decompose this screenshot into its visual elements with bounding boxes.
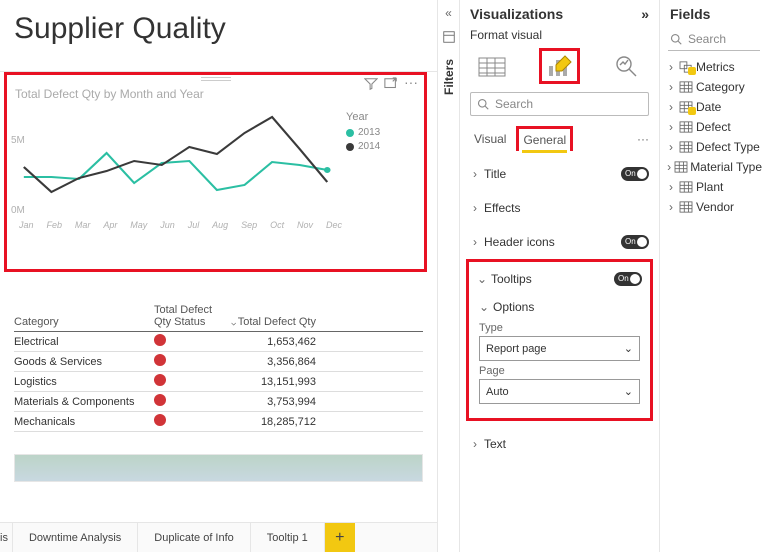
table-row: Materials & Components3,753,994 — [14, 392, 423, 412]
tab-visual[interactable]: Visual — [470, 128, 510, 150]
toggle-header-icons[interactable]: On — [621, 235, 649, 249]
chevron-right-icon: › — [470, 167, 480, 181]
chevron-down-icon: ⌄ — [624, 385, 633, 398]
chart-legend: Year 2013 2014 — [346, 105, 418, 245]
page-label: Page — [479, 361, 640, 379]
format-item-title[interactable]: ›Title On — [460, 157, 659, 191]
format-visual-label: Format visual — [460, 28, 659, 46]
build-visual-icon[interactable] — [472, 48, 513, 84]
search-icon — [670, 33, 682, 45]
fields-pane-title: Fields — [670, 6, 710, 22]
drag-handle-icon[interactable] — [201, 77, 231, 81]
tooltips-header[interactable]: ⌄Tooltips On — [473, 266, 646, 292]
field-node[interactable]: ›Material Type — [664, 157, 764, 177]
report-canvas: Supplier Quality ··· Total Defect Qty by… — [0, 0, 437, 552]
field-node[interactable]: ›Date — [664, 97, 764, 117]
focus-mode-icon[interactable] — [384, 77, 398, 96]
chevron-right-icon: › — [666, 140, 676, 154]
more-format-icon[interactable]: ··· — [637, 132, 649, 146]
table-icon — [678, 81, 694, 93]
chevron-down-icon: ⌄ — [624, 342, 633, 355]
table-row: Electrical1,653,462 — [14, 332, 423, 352]
field-node[interactable]: ›Defect Type — [664, 137, 764, 157]
table-icon — [678, 141, 694, 153]
collapse-pane-icon[interactable]: » — [641, 6, 649, 22]
filter-icon[interactable] — [364, 77, 378, 96]
format-search-input[interactable]: Search — [470, 92, 649, 116]
status-dot-icon — [154, 394, 166, 406]
map-visual[interactable] — [14, 454, 423, 482]
category-table[interactable]: Category Total Defect Qty Status Total D… — [14, 304, 423, 432]
visualizations-pane: Visualizations » Format visual Search Vi… — [459, 0, 659, 552]
status-dot-icon — [154, 374, 166, 386]
table-icon — [678, 121, 694, 133]
table-icon — [678, 101, 694, 113]
chevron-right-icon: › — [470, 235, 480, 249]
fields-pane: Fields Search ›Metrics›Category›Date›Def… — [659, 0, 768, 552]
page-title: Supplier Quality — [0, 0, 437, 72]
chevron-right-icon: › — [666, 100, 676, 114]
chart-plot: JanFebMarAprMayJunJulAugSepOctNovDec — [15, 105, 346, 245]
field-node[interactable]: ›Defect — [664, 117, 764, 137]
page-tab[interactable]: is — [0, 523, 13, 552]
chart-visual[interactable]: ··· Total Defect Qty by Month and Year 5… — [4, 72, 427, 272]
chevron-right-icon: › — [470, 201, 480, 215]
tab-general[interactable]: General — [516, 126, 573, 151]
status-dot-icon — [154, 354, 166, 366]
chevron-right-icon: › — [666, 80, 676, 94]
col-header-qty[interactable]: Total Defect Qty — [236, 316, 316, 328]
toggle-tooltips[interactable]: On — [614, 272, 642, 286]
table-row: Goods & Services3,356,864 — [14, 352, 423, 372]
chevron-right-icon: › — [666, 60, 676, 74]
page-tabs: is Downtime Analysis Duplicate of Info T… — [0, 522, 437, 552]
field-node[interactable]: ›Metrics — [664, 57, 764, 77]
chevron-right-icon: › — [666, 180, 676, 194]
chevron-right-icon: › — [666, 120, 676, 134]
toggle-title[interactable]: On — [621, 167, 649, 181]
viz-pane-title: Visualizations — [470, 6, 563, 22]
analytics-icon[interactable] — [606, 48, 647, 84]
add-page-button[interactable]: + — [325, 523, 355, 552]
format-item-text[interactable]: ›Text — [460, 427, 659, 461]
format-item-tooltips: ⌄Tooltips On ⌄Options Type Report page⌄ … — [466, 259, 653, 421]
tooltip-options-header[interactable]: ⌄Options — [479, 296, 640, 318]
show-panes-icon[interactable] — [442, 30, 456, 49]
table-icon — [678, 61, 694, 73]
format-item-effects[interactable]: ›Effects — [460, 191, 659, 225]
table-row: Logistics13,151,993 — [14, 372, 423, 392]
fields-search-input[interactable]: Search — [668, 28, 760, 51]
tooltip-type-dropdown[interactable]: Report page⌄ — [479, 336, 640, 361]
filters-pane-collapsed[interactable]: « Filters — [437, 0, 459, 552]
more-options-icon[interactable]: ··· — [404, 77, 418, 96]
page-tab[interactable]: Downtime Analysis — [13, 523, 138, 552]
format-visual-icon[interactable] — [539, 48, 580, 84]
format-item-header-icons[interactable]: ›Header icons On — [460, 225, 659, 259]
table-icon — [678, 201, 694, 213]
tooltip-page-dropdown[interactable]: Auto⌄ — [479, 379, 640, 404]
x-axis: JanFebMarAprMayJunJulAugSepOctNovDec — [15, 220, 346, 230]
chevron-right-icon: › — [666, 200, 676, 214]
field-node[interactable]: ›Vendor — [664, 197, 764, 217]
col-header-category[interactable]: Category — [14, 316, 154, 328]
status-dot-icon — [154, 334, 166, 346]
search-icon — [477, 98, 489, 110]
type-label: Type — [479, 318, 640, 336]
chevron-right-icon: › — [470, 437, 480, 451]
chevron-right-icon: › — [666, 160, 672, 174]
table-icon — [674, 161, 688, 173]
page-tab[interactable]: Duplicate of Info — [138, 523, 251, 552]
page-tab[interactable]: Tooltip 1 — [251, 523, 325, 552]
chevron-down-icon: ⌄ — [477, 272, 487, 286]
chart-title: Total Defect Qty by Month and Year — [15, 87, 418, 101]
status-dot-icon — [154, 414, 166, 426]
filters-label: Filters — [442, 59, 456, 95]
field-node[interactable]: ›Plant — [664, 177, 764, 197]
expand-filters-icon[interactable]: « — [445, 6, 452, 20]
table-icon — [678, 181, 694, 193]
col-header-status[interactable]: Total Defect Qty Status — [154, 304, 236, 328]
chevron-down-icon: ⌄ — [479, 300, 489, 314]
table-row: Mechanicals18,285,712 — [14, 412, 423, 432]
field-node[interactable]: ›Category — [664, 77, 764, 97]
